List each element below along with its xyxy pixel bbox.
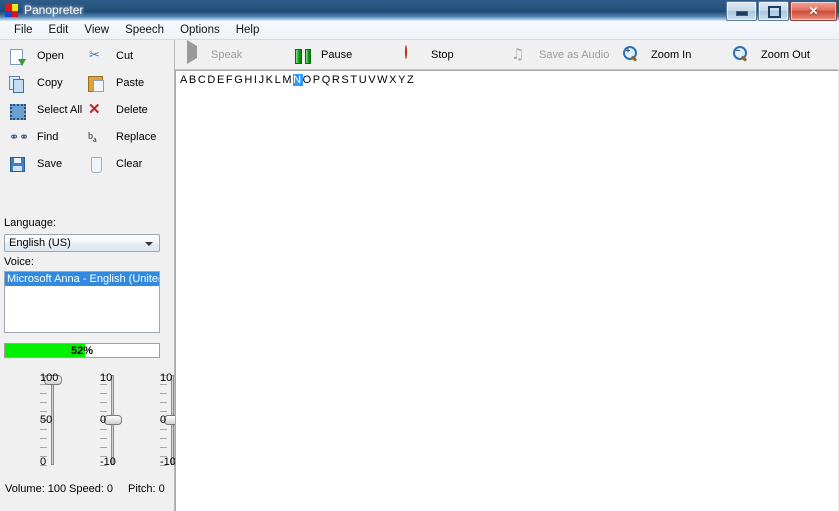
stop-label: Stop xyxy=(431,48,454,61)
delete-label: Delete xyxy=(116,104,148,116)
language-select[interactable]: English (US) xyxy=(4,234,160,252)
editor-text-before: ABCDEFGHIJKLM xyxy=(180,74,294,86)
maximize-button[interactable] xyxy=(758,1,789,21)
replace-ba-icon: ba xyxy=(88,130,97,144)
select-all-label: Select All xyxy=(37,104,83,116)
menu-item-help[interactable]: Help xyxy=(228,22,268,38)
title-bar: Panopreter ✕ xyxy=(0,0,839,21)
play-icon xyxy=(183,39,201,64)
progress-bar: 52% xyxy=(4,343,160,358)
editor-line[interactable]: ABCDEFGHIJKLMNOPQRSTUVWXYZ xyxy=(176,71,838,86)
language-value: English (US) xyxy=(9,237,71,249)
voice-label: Voice: xyxy=(4,256,34,268)
open-label: Open xyxy=(37,50,64,62)
find-button[interactable]: ⚭⚭ Find xyxy=(8,127,58,147)
close-button[interactable]: ✕ xyxy=(790,1,837,21)
menu-item-options[interactable]: Options xyxy=(172,22,228,38)
cut-button[interactable]: ✂ Cut xyxy=(87,46,133,66)
save-as-audio-button[interactable]: ♫ Save as Audio xyxy=(511,40,609,69)
menu-item-file[interactable]: File xyxy=(6,22,41,38)
copy-label: Copy xyxy=(37,77,63,89)
chevron-down-icon xyxy=(145,242,153,246)
zoom-in-label: Zoom In xyxy=(651,48,692,61)
pitch-caption: Pitch: 0 xyxy=(128,483,165,495)
close-icon: ✕ xyxy=(808,4,819,18)
open-file-icon xyxy=(8,48,26,66)
save-as-audio-label: Save as Audio xyxy=(539,48,610,61)
pause-icon xyxy=(293,46,311,64)
select-all-button[interactable]: Select All xyxy=(8,100,82,120)
voice-list-item-selected[interactable]: Microsoft Anna - English (United State xyxy=(5,272,159,286)
clear-label: Clear xyxy=(116,158,143,170)
application-window: Panopreter ✕ File Edit View Speech Optio… xyxy=(0,0,839,511)
red-x-delete-icon: ✕ xyxy=(88,100,101,118)
zoom-out-button[interactable]: − Zoom Out xyxy=(733,40,810,69)
scissors-cut-icon: ✂ xyxy=(89,47,100,63)
select-all-icon xyxy=(8,102,26,120)
zoom-out-label: Zoom Out xyxy=(761,48,810,61)
save-button[interactable]: Save xyxy=(8,154,62,174)
zoom-in-button[interactable]: + Zoom In xyxy=(623,40,691,69)
copy-button[interactable]: Copy xyxy=(8,73,63,93)
volume-slider[interactable]: 100 50 0 xyxy=(18,372,72,468)
panopreter-logo-icon xyxy=(5,4,18,17)
menu-item-speech[interactable]: Speech xyxy=(117,22,172,38)
text-editor[interactable]: ABCDEFGHIJKLMNOPQRSTUVWXYZ xyxy=(175,70,838,511)
clear-button[interactable]: Clear xyxy=(87,154,142,174)
language-label: Language: xyxy=(4,217,56,229)
open-button[interactable]: Open xyxy=(8,46,64,66)
editor-text-after: OPQRSTUVWXYZ xyxy=(302,74,416,86)
cut-label: Cut xyxy=(116,50,134,62)
stop-icon xyxy=(403,44,421,64)
paste-label: Paste xyxy=(116,77,145,89)
pause-label: Pause xyxy=(321,48,353,61)
volume-caption: Volume: 100 xyxy=(5,483,67,495)
find-label: Find xyxy=(37,131,59,143)
playback-toolbar: Speak Pause Stop ♫ Save as Audio + Zoom … xyxy=(175,39,839,70)
replace-label: Replace xyxy=(116,131,157,143)
stop-button[interactable]: Stop xyxy=(403,40,454,69)
menu-item-view[interactable]: View xyxy=(76,22,117,38)
save-label: Save xyxy=(37,158,63,170)
voice-listbox[interactable]: Microsoft Anna - English (United State xyxy=(4,271,160,333)
speak-button[interactable]: Speak xyxy=(183,39,243,69)
paste-button[interactable]: Paste xyxy=(87,73,144,93)
speed-slider-thumb[interactable] xyxy=(104,415,122,425)
window-controls: ✕ xyxy=(726,1,837,21)
magnifier-plus-icon: + xyxy=(623,45,641,64)
speak-label: Speak xyxy=(211,48,243,61)
window-title: Panopreter xyxy=(24,3,84,17)
music-note-icon: ♫ xyxy=(511,44,525,63)
clipboard-paste-icon xyxy=(87,75,104,92)
floppy-save-icon xyxy=(8,156,25,173)
menu-bar: File Edit View Speech Options Help xyxy=(0,21,839,40)
copy-icon xyxy=(8,75,25,93)
magnifier-minus-icon: − xyxy=(733,45,751,64)
speed-slider[interactable]: 10 0 -10 xyxy=(78,372,132,468)
speed-caption: Speed: 0 xyxy=(69,483,114,495)
delete-button[interactable]: ✕ Delete xyxy=(87,100,148,120)
client-area: Speak Pause Stop ♫ Save as Audio + Zoom … xyxy=(0,39,839,511)
progress-text: 52% xyxy=(70,344,94,357)
left-panel: Open Copy Select All ⚭⚭ Find Save ✂ Cut xyxy=(0,40,182,511)
binoculars-find-icon: ⚭⚭ xyxy=(9,129,30,144)
pause-button[interactable]: Pause xyxy=(293,40,352,69)
editor-text-selected: N xyxy=(293,74,303,86)
minimize-button[interactable] xyxy=(726,1,757,21)
menu-item-edit[interactable]: Edit xyxy=(41,22,77,38)
clear-icon xyxy=(87,156,104,173)
replace-button[interactable]: ba Replace xyxy=(87,127,156,147)
